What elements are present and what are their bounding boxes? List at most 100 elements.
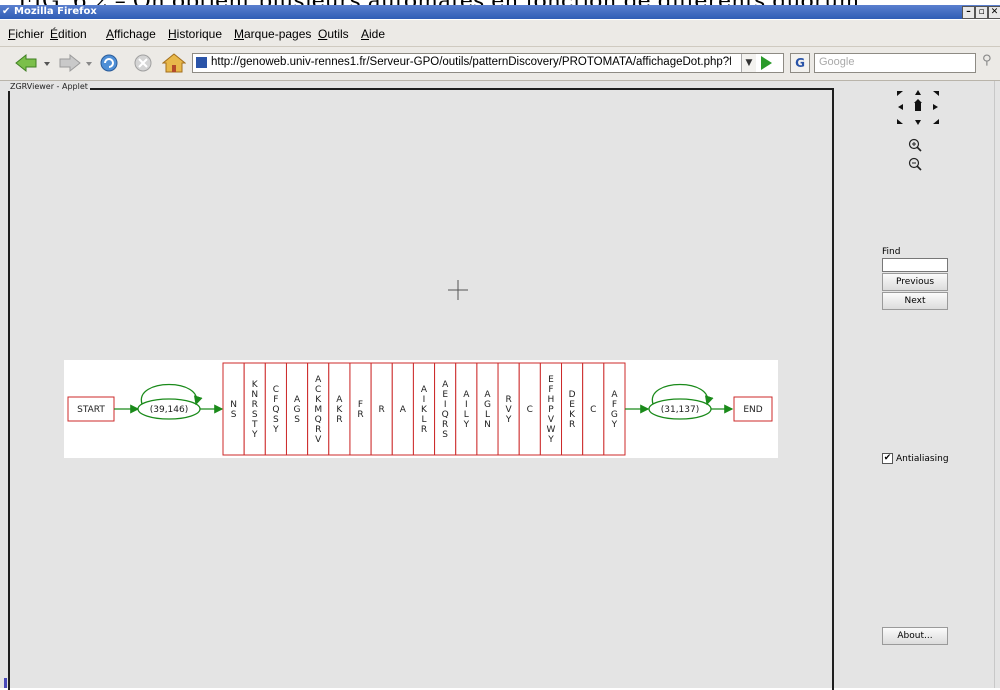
zoom-in-icon[interactable]	[908, 138, 922, 152]
maximize-button[interactable]: ▫	[975, 6, 988, 19]
previous-button[interactable]: Previous	[882, 273, 948, 291]
antialiasing-option[interactable]: ✔ Antialiasing	[882, 453, 949, 464]
column-letter: E	[569, 400, 575, 410]
next-button[interactable]: Next	[882, 292, 948, 310]
column-letter: I	[423, 395, 426, 405]
column-letter: C	[590, 405, 596, 415]
back-dropdown-icon	[44, 62, 50, 66]
column-letter: A	[421, 385, 428, 395]
page-scrollbar[interactable]	[994, 81, 1000, 688]
column-letter: V	[315, 435, 322, 445]
about-button[interactable]: About...	[882, 627, 948, 645]
column-letter: G	[611, 410, 618, 420]
column-letter: R	[315, 425, 321, 435]
column-letter: S	[273, 415, 279, 425]
column-letter: A	[294, 395, 301, 405]
column-letter: S	[442, 430, 448, 440]
column-letter: Y	[547, 435, 554, 445]
menu-edition[interactable]: Édition	[50, 27, 87, 41]
column-letter: E	[548, 375, 554, 385]
column-letter: I	[444, 400, 447, 410]
stop-button[interactable]	[132, 53, 154, 73]
magnifier-icon[interactable]: ⚲	[982, 53, 998, 71]
navigation-toolbar: http://genoweb.univ-rennes1.fr/Serveur-G…	[0, 47, 1000, 81]
column-letter: F	[358, 400, 363, 410]
column-letter: G	[294, 405, 301, 415]
window-titlebar: ✔ Mozilla Firefox – ▫ ✕	[0, 5, 1000, 19]
applet-label: ZGRViewer - Applet	[8, 82, 90, 91]
menu-fichier[interactable]: Fichier	[8, 27, 44, 41]
address-input[interactable]: http://genoweb.univ-rennes1.fr/Serveur-G…	[211, 56, 731, 68]
column-letter: C	[273, 385, 279, 395]
column-letter: R	[379, 405, 385, 415]
start-label: START	[77, 405, 105, 415]
menu-outils[interactable]: Outils	[318, 27, 349, 41]
zoom-out-icon[interactable]	[908, 157, 922, 171]
forward-button[interactable]	[56, 53, 96, 73]
column-letter: Y	[251, 430, 258, 440]
search-input[interactable]: Google	[814, 53, 976, 73]
antialiasing-label: Antialiasing	[896, 454, 949, 464]
applet-sidebar: Find Previous Next ✔ Antialiasing About..…	[840, 81, 1000, 688]
pan-controls[interactable]	[888, 87, 948, 127]
column-letter: Q	[272, 405, 279, 415]
antialiasing-checkbox[interactable]: ✔	[882, 453, 893, 464]
menu-affichage[interactable]: Affichage	[106, 27, 156, 41]
column-letter: R	[421, 425, 427, 435]
column-letter: A	[336, 395, 343, 405]
column-letter: L	[485, 410, 490, 420]
column-letter: P	[548, 405, 554, 415]
column-letter: R	[442, 420, 448, 430]
column-letter: L	[421, 415, 426, 425]
find-label: Find	[882, 247, 901, 257]
column-letter: F	[273, 395, 278, 405]
frame-marker	[4, 678, 7, 688]
crosshair-cursor-icon	[448, 280, 468, 300]
close-button[interactable]: ✕	[988, 6, 1000, 19]
column-letter: R	[569, 420, 575, 430]
find-input[interactable]	[882, 258, 948, 272]
left-state-label: (39,146)	[150, 405, 189, 415]
column-letter: A	[315, 375, 322, 385]
page-content: ZGRViewer - Applet START (39,146) N S K N R S T Y…	[0, 81, 1000, 690]
end-label: END	[743, 405, 762, 415]
column-letter: A	[611, 390, 618, 400]
graph-canvas: START (39,146) NSKNRSTYCFQSYAGSACKMQRVAKRF…	[67, 362, 773, 456]
site-favicon-icon	[196, 57, 207, 68]
column-letter: Q	[442, 410, 449, 420]
column-letter: L	[464, 410, 469, 420]
column-letter: Y	[505, 415, 512, 425]
menu-historique[interactable]: Historique	[168, 27, 222, 41]
pan-down-left-icon	[897, 119, 903, 124]
history-dropdown-icon[interactable]: ▼	[741, 54, 756, 72]
search-engine-selector[interactable]: G	[790, 53, 810, 73]
menu-marque-pages[interactable]: Marque-pages	[234, 27, 311, 41]
column-letter: S	[252, 410, 258, 420]
home-button[interactable]	[162, 53, 186, 73]
column-letter: R	[505, 395, 511, 405]
back-button[interactable]	[14, 53, 54, 73]
window-title: Mozilla Firefox	[14, 6, 97, 17]
pan-right-icon	[933, 104, 938, 110]
pan-left-icon	[898, 104, 903, 110]
automaton-graph[interactable]: START (39,146) N S K N R S T Y C F Q S Y A G S A C K M Q R V A K R F…	[64, 360, 778, 458]
column-letter: R	[252, 400, 258, 410]
pan-up-right-icon	[933, 91, 939, 96]
minimize-button[interactable]: –	[962, 6, 975, 19]
address-bar[interactable]: http://genoweb.univ-rennes1.fr/Serveur-G…	[192, 53, 784, 73]
column-letter: M	[314, 405, 322, 415]
menu-aide[interactable]: Aide	[361, 27, 385, 41]
column-letter: W	[546, 425, 555, 435]
column-letter: D	[569, 390, 576, 400]
forward-dropdown-icon	[86, 62, 92, 66]
go-arrow-icon[interactable]	[761, 56, 772, 70]
pan-center-icon	[915, 103, 921, 111]
search-placeholder: Google	[819, 56, 855, 68]
right-state-label: (31,137)	[661, 405, 700, 415]
column-letter: V	[506, 405, 513, 415]
reload-button[interactable]	[98, 53, 120, 73]
column-letter: S	[231, 410, 237, 420]
column-letter: F	[612, 400, 617, 410]
column-letter: V	[548, 415, 555, 425]
column-letter: Y	[272, 425, 279, 435]
